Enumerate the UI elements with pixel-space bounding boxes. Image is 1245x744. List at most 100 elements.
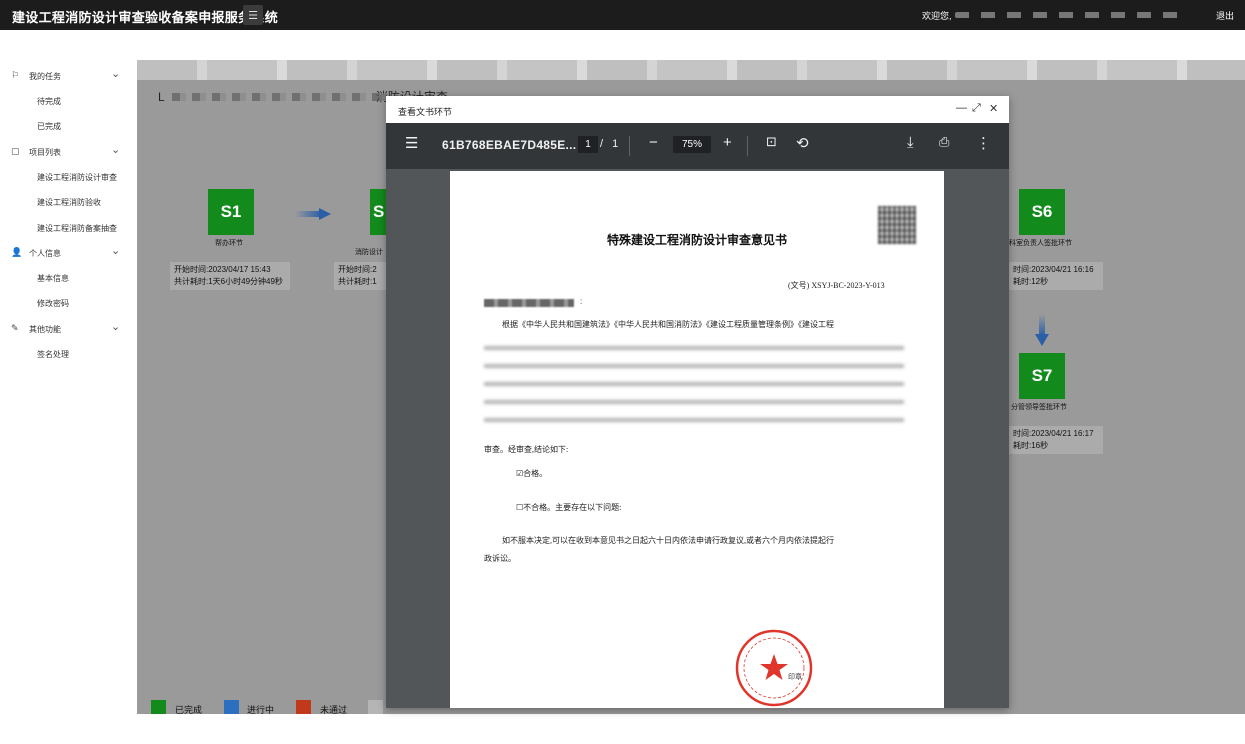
list-icon[interactable]: ☰ — [243, 5, 263, 25]
sidebar-item-signature[interactable]: 签名处理 — [0, 341, 137, 366]
document-viewer-dialog: 查看文书环节 — ⤢ ✕ ☰ 61B768EBAE7D485E... 1 / 1… — [386, 96, 1009, 708]
step-s1-box[interactable]: S1 — [208, 189, 254, 235]
step-s2-info: 开始时间:2 共计耗时:1 — [334, 262, 386, 290]
step-s6-info: 时间:2023/04/21 16:16 耗时:12秒 — [1009, 262, 1103, 290]
nav-group-personal-info[interactable]: 👤 个人信息 ⌄ — [0, 240, 137, 265]
toolbar-divider — [747, 136, 748, 156]
page-separator: / — [600, 138, 604, 150]
nav-group-my-tasks[interactable]: ⚐ 我的任务 ⌄ — [0, 63, 137, 88]
sidebar-item-record-check[interactable]: 建设工程消防备案抽查 — [0, 215, 137, 240]
page-number-input[interactable]: 1 — [578, 136, 598, 153]
legend-in-progress-swatch — [224, 700, 239, 714]
step-s6-label: 科室负责人签批环节 — [1009, 240, 1072, 247]
official-seal — [735, 629, 813, 707]
close-icon[interactable]: ✕ — [989, 102, 998, 115]
document-title: 特殊建设工程消防设计审查意见书 — [606, 233, 787, 247]
redacted-heading-text — [172, 93, 387, 101]
nav-group-label: 个人信息 — [29, 248, 61, 258]
sidebar-item-basic-info[interactable]: 基本信息 — [0, 265, 137, 290]
step-s1-info: 开始时间:2023/04/17 15:43 共计耗时:1天6小时49分钟49秒 — [170, 262, 290, 290]
maximize-icon[interactable]: ⤢ — [972, 102, 981, 115]
redacted-body-text — [484, 337, 904, 432]
document-icon: ▢ — [11, 145, 20, 156]
legend-rejected-swatch — [296, 700, 311, 714]
sidebar: ⚐ 我的任务 ⌄ 待完成 已完成 ▢ 项目列表 ⌄ 建设工程消防设计审查 建设工… — [0, 63, 137, 717]
pdf-toolbar: ☰ 61B768EBAE7D485E... 1 / 1 − 75% + ⊡ ⟲ … — [386, 123, 1009, 169]
sidebar-item-design-review[interactable]: 建设工程消防设计审查 — [0, 164, 137, 189]
chevron-down-icon[interactable]: ⌄ — [111, 143, 120, 156]
document-number: (文号) XSYJ-BC-2023-Y-013 — [788, 281, 885, 290]
step-s7-info: 时间:2023/04/21 16:17 耗时:16秒 — [1009, 426, 1103, 454]
minimize-icon[interactable]: — — [956, 102, 967, 114]
document-paragraph-2: 如不服本决定,可以在收到本意见书之日起六十日内依法申请行政复议,或者六个月内依法… — [502, 536, 834, 545]
pdf-canvas[interactable]: 特殊建设工程消防设计审查意见书 (文号) XSYJ-BC-2023-Y-013 … — [386, 169, 1009, 708]
app-title: 建设工程消防设计审查验收备案申报服务系统 — [12, 10, 279, 25]
elapsed-label: 耗时: — [1013, 277, 1032, 286]
seal-label: 印章 — [788, 674, 802, 681]
pdf-page: 特殊建设工程消防设计审查意见书 (文号) XSYJ-BC-2023-Y-013 … — [450, 171, 944, 708]
dialog-title: 查看文书环节 — [398, 107, 453, 117]
step-s7-label: 分管领导签批环节 — [1011, 404, 1067, 411]
step-s2-box[interactable]: S — [370, 189, 386, 235]
arrow-down-icon — [1035, 314, 1049, 346]
arrow-right-icon — [295, 208, 331, 220]
step-s1-label: 帮办环节 — [215, 240, 243, 247]
zoom-level[interactable]: 75% — [673, 136, 711, 153]
elapsed-time: 1 — [372, 277, 377, 286]
step-s7-box[interactable]: S7 — [1019, 353, 1065, 399]
legend-in-progress-label: 进行中 — [247, 705, 275, 715]
elapsed-time: 16秒 — [1031, 441, 1049, 450]
chevron-down-icon[interactable]: ⌄ — [111, 67, 120, 80]
zoom-in-icon[interactable]: + — [723, 134, 732, 151]
elapsed-label: 共计耗时: — [338, 277, 373, 286]
redacted-tab-bar — [137, 60, 1245, 80]
welcome-text: 欢迎您, — [922, 11, 952, 21]
more-icon[interactable]: ⋮ — [976, 134, 991, 152]
menu-icon[interactable]: ☰ — [405, 134, 418, 152]
page-total: / 1 — [600, 138, 618, 150]
legend-completed-swatch — [151, 700, 166, 714]
nav-group-label: 其他功能 — [29, 324, 61, 334]
toolbar-divider — [629, 136, 630, 156]
elapsed-label: 耗时: — [1013, 441, 1032, 450]
nav-group-project-list[interactable]: ▢ 项目列表 ⌄ — [0, 139, 137, 164]
fail-checkbox-label: ☐不合格。主要存在以下问题: — [516, 503, 622, 512]
start-time: 2 — [372, 265, 377, 274]
sidebar-item-acceptance[interactable]: 建设工程消防验收 — [0, 189, 137, 214]
print-icon[interactable]: ⎙ — [939, 134, 949, 150]
sidebar-item-completed[interactable]: 已完成 — [0, 113, 137, 138]
sidebar-item-pending[interactable]: 待完成 — [0, 88, 137, 113]
elapsed-time: 12秒 — [1031, 277, 1049, 286]
rotate-icon[interactable]: ⟲ — [796, 134, 809, 152]
legend-completed-label: 已完成 — [175, 705, 203, 715]
fit-page-icon[interactable]: ⊡ — [766, 134, 777, 150]
elapsed-label: 共计耗时: — [174, 277, 209, 286]
top-bar: 建设工程消防设计审查验收备案申报服务系统 ☰ 欢迎您, 退出 — [0, 0, 1245, 30]
addressee-colon: : — [580, 297, 583, 306]
user-icon: 👤 — [11, 246, 23, 257]
chevron-down-icon[interactable]: ⌄ — [111, 320, 120, 333]
zoom-out-icon[interactable]: − — [649, 134, 658, 151]
elapsed-time: 1天6小时49分钟49秒 — [208, 277, 283, 286]
step-s2-label: 消防设计 — [355, 249, 383, 256]
dialog-header: 查看文书环节 — ⤢ ✕ — [386, 96, 1009, 123]
download-icon[interactable]: ⤓ — [907, 134, 914, 151]
logout-link[interactable]: 退出 — [1216, 9, 1234, 22]
legend-other-swatch — [368, 700, 383, 714]
step-s6-box[interactable]: S6 — [1019, 189, 1065, 235]
sidebar-item-change-password[interactable]: 修改密码 — [0, 290, 137, 315]
nav-group-other[interactable]: ✎ 其他功能 ⌄ — [0, 316, 137, 341]
review-conclusion-intro: 审查。经审查,结论如下: — [484, 445, 569, 454]
pass-checkbox-label: ☑合格。 — [516, 469, 548, 478]
redacted-username — [955, 12, 1185, 18]
legend-rejected-label: 未通过 — [320, 705, 348, 715]
pdf-filename: 61B768EBAE7D485E... — [442, 138, 577, 152]
start-time: 2023/04/21 16:17 — [1031, 429, 1094, 438]
start-label: 时间: — [1013, 429, 1032, 438]
nav-group-label: 我的任务 — [29, 72, 61, 81]
flag-icon: ⚐ — [11, 70, 20, 80]
chevron-down-icon[interactable]: ⌄ — [111, 244, 120, 257]
document-paragraph-2-end: 政诉讼。 — [484, 554, 516, 563]
start-time: 2023/04/17 15:43 — [208, 265, 271, 274]
page-title-prefix: L — [158, 90, 165, 104]
